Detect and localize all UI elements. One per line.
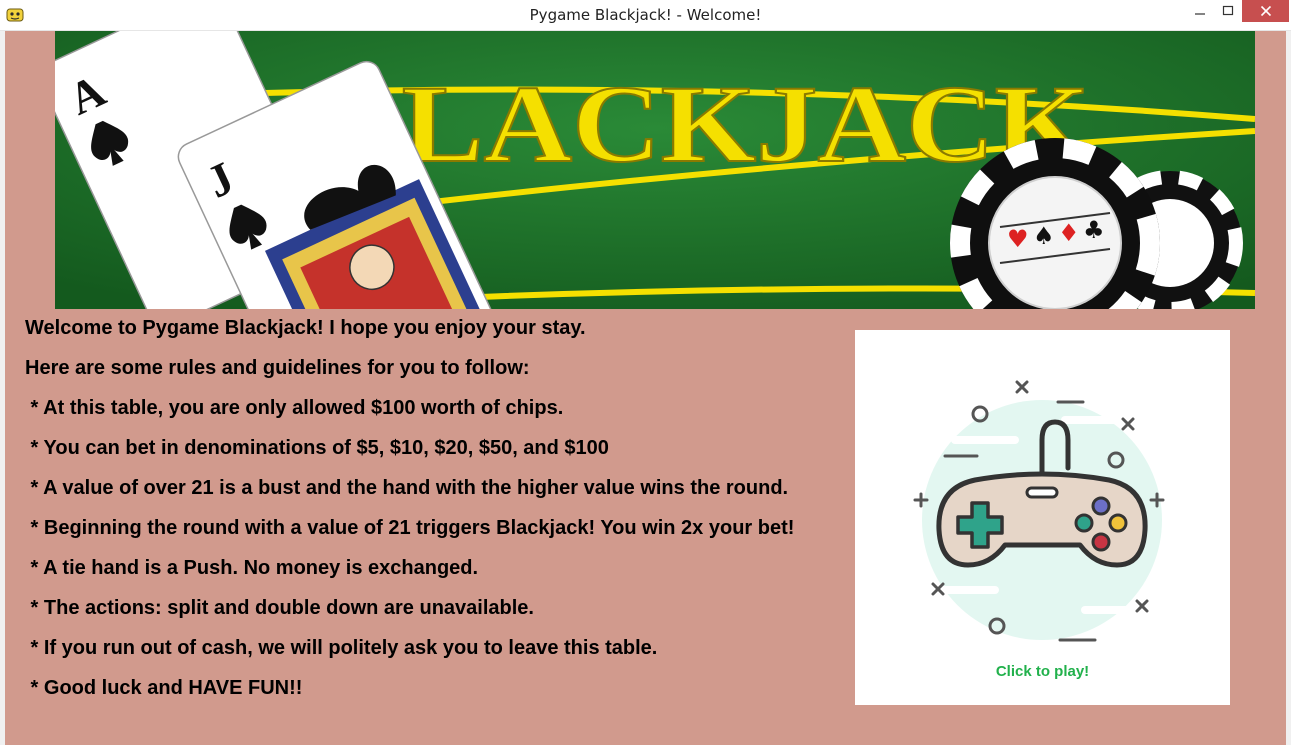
- rule-actions: * The actions: split and double down are…: [25, 597, 534, 619]
- rule-push: * A tie hand is a Push. No money is exch…: [25, 557, 479, 579]
- close-icon: [1260, 5, 1271, 17]
- minimize-button[interactable]: [1186, 0, 1214, 22]
- play-button[interactable]: Click to play!: [855, 330, 1230, 705]
- window-title: Pygame Blackjack! - Welcome!: [529, 6, 762, 24]
- rules-text: Welcome to Pygame Blackjack! I hope you …: [25, 313, 845, 713]
- app-window: Pygame Blackjack! - Welcome! BLACKJACK A…: [0, 0, 1291, 745]
- game-surface: BLACKJACK A J ♥ ♠ ♦ ♣ Welcome to Pygame …: [5, 31, 1286, 745]
- svg-text:♦: ♦: [1058, 219, 1080, 247]
- title-bar[interactable]: Pygame Blackjack! - Welcome!: [0, 0, 1291, 31]
- svg-text:♥: ♥: [1007, 225, 1029, 253]
- good-luck-line: * Good luck and HAVE FUN!!: [25, 677, 303, 699]
- blackjack-banner: BLACKJACK A J ♥ ♠ ♦ ♣: [55, 31, 1255, 309]
- gamepad-icon: [913, 380, 1165, 642]
- svg-text:♣: ♣: [1083, 216, 1105, 244]
- rule-chips-limit: * At this table, you are only allowed $1…: [25, 397, 564, 419]
- play-button-label: Click to play!: [995, 663, 1090, 680]
- close-button[interactable]: [1242, 0, 1289, 22]
- banner-logo-text: BLACKJACK: [320, 63, 1090, 185]
- svg-text:♠: ♠: [1033, 222, 1055, 250]
- rule-bust: * A value of over 21 is a bust and the h…: [25, 477, 789, 499]
- welcome-line: Welcome to Pygame Blackjack! I hope you …: [25, 317, 586, 339]
- maximize-button[interactable]: [1214, 0, 1242, 22]
- rule-denominations: * You can bet in denominations of $5, $1…: [25, 437, 609, 459]
- rule-out-of-cash: * If you run out of cash, we will polite…: [25, 637, 658, 659]
- minimize-icon: [1195, 13, 1205, 15]
- rules-intro-line: Here are some rules and guidelines for y…: [25, 357, 530, 379]
- maximize-icon: [1222, 5, 1234, 16]
- rule-blackjack: * Beginning the round with a value of 21…: [25, 517, 795, 539]
